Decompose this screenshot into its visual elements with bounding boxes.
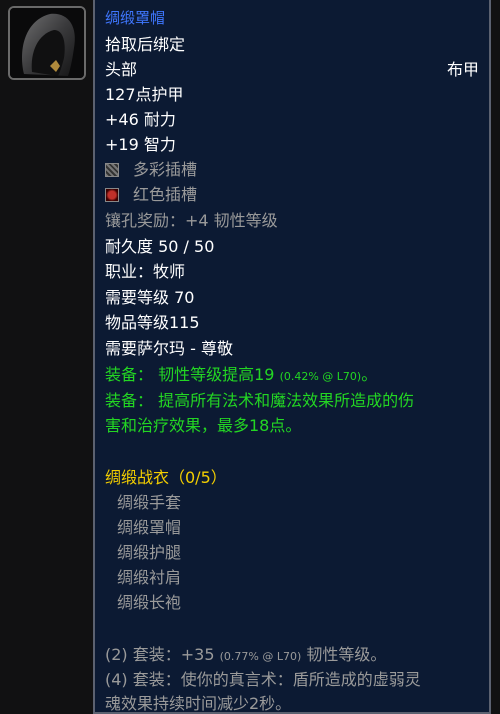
equip-resilience: 装备： 韧性等级提高19 (0.42% @ L70)。 [105, 364, 377, 388]
prismatic-socket-label: 多彩插槽 [133, 160, 198, 179]
set-bonus-2: (2) 套装：+35 (0.77% @ L70) 韧性等级。 [105, 644, 386, 668]
intellect-stat: +19 智力 [105, 135, 176, 154]
prismatic-socket-icon [105, 163, 119, 177]
stamina-stat: +46 耐力 [105, 110, 176, 129]
red-socket-label: 红色插槽 [133, 185, 198, 204]
item-level: 物品等级115 [105, 313, 200, 332]
set-piece: 绸缎罩帽 [117, 518, 182, 537]
equip-spell-power-line1: 提高所有法术和魔法效果所造成的伤 [158, 391, 415, 410]
set-title: 绸缎战衣（0/5） [105, 468, 227, 487]
armor-type-text: 布甲 [446, 60, 479, 79]
hood-icon [10, 8, 84, 78]
level-requirement: 需要等级 70 [105, 288, 195, 307]
set-piece: 绸缎护腿 [117, 543, 182, 562]
equip-label: 装备： [105, 391, 154, 410]
item-tooltip: 绸缎罩帽 拾取后绑定 头部 布甲 127点护甲 +46 耐力 +19 智力 多彩… [93, 0, 491, 714]
slot-text: 头部 [105, 60, 138, 79]
equip-resilience-text: 韧性等级提高19 [158, 365, 275, 384]
prismatic-socket: 多彩插槽 [105, 159, 197, 181]
equip-resilience-percent: (0.42% @ L70) [279, 370, 362, 383]
socket-bonus: 镶孔奖励：+4 韧性等级 [105, 211, 278, 230]
reputation-requirement: 需要萨尔玛 - 尊敬 [105, 339, 233, 358]
class-requirement: 职业：牧师 [105, 262, 186, 281]
equip-spell-power: 装备： 提高所有法术和魔法效果所造成的伤 [105, 390, 414, 412]
bind-text: 拾取后绑定 [105, 35, 186, 54]
set-bonus-4: (4) 套装：使你的真言术：盾所造成的虚弱灵 [105, 670, 421, 689]
set-bonus-2-percent: (0.77% @ L70) [219, 650, 302, 663]
set-piece: 绸缎衬肩 [117, 568, 182, 587]
set-bonus-2-text: (2) 套装：+35 [105, 645, 215, 664]
equip-resilience-suffix: 。 [361, 365, 378, 384]
set-piece: 绸缎长袍 [117, 593, 182, 612]
red-socket: 红色插槽 [105, 184, 197, 206]
set-bonus-4-line2: 魂效果持续时间减少2秒。 [105, 694, 292, 713]
set-bonus-2-suffix: 韧性等级。 [306, 645, 387, 664]
armor-stat: 127点护甲 [105, 85, 184, 104]
equip-label: 装备： [105, 365, 154, 384]
equip-spell-power-line2: 害和治疗效果，最多18点。 [105, 416, 302, 435]
item-name: 绸缎罩帽 [105, 9, 166, 27]
red-socket-icon [105, 188, 119, 202]
item-icon[interactable] [8, 6, 86, 80]
durability: 耐久度 50 / 50 [105, 237, 215, 256]
set-piece: 绸缎手套 [117, 493, 182, 512]
